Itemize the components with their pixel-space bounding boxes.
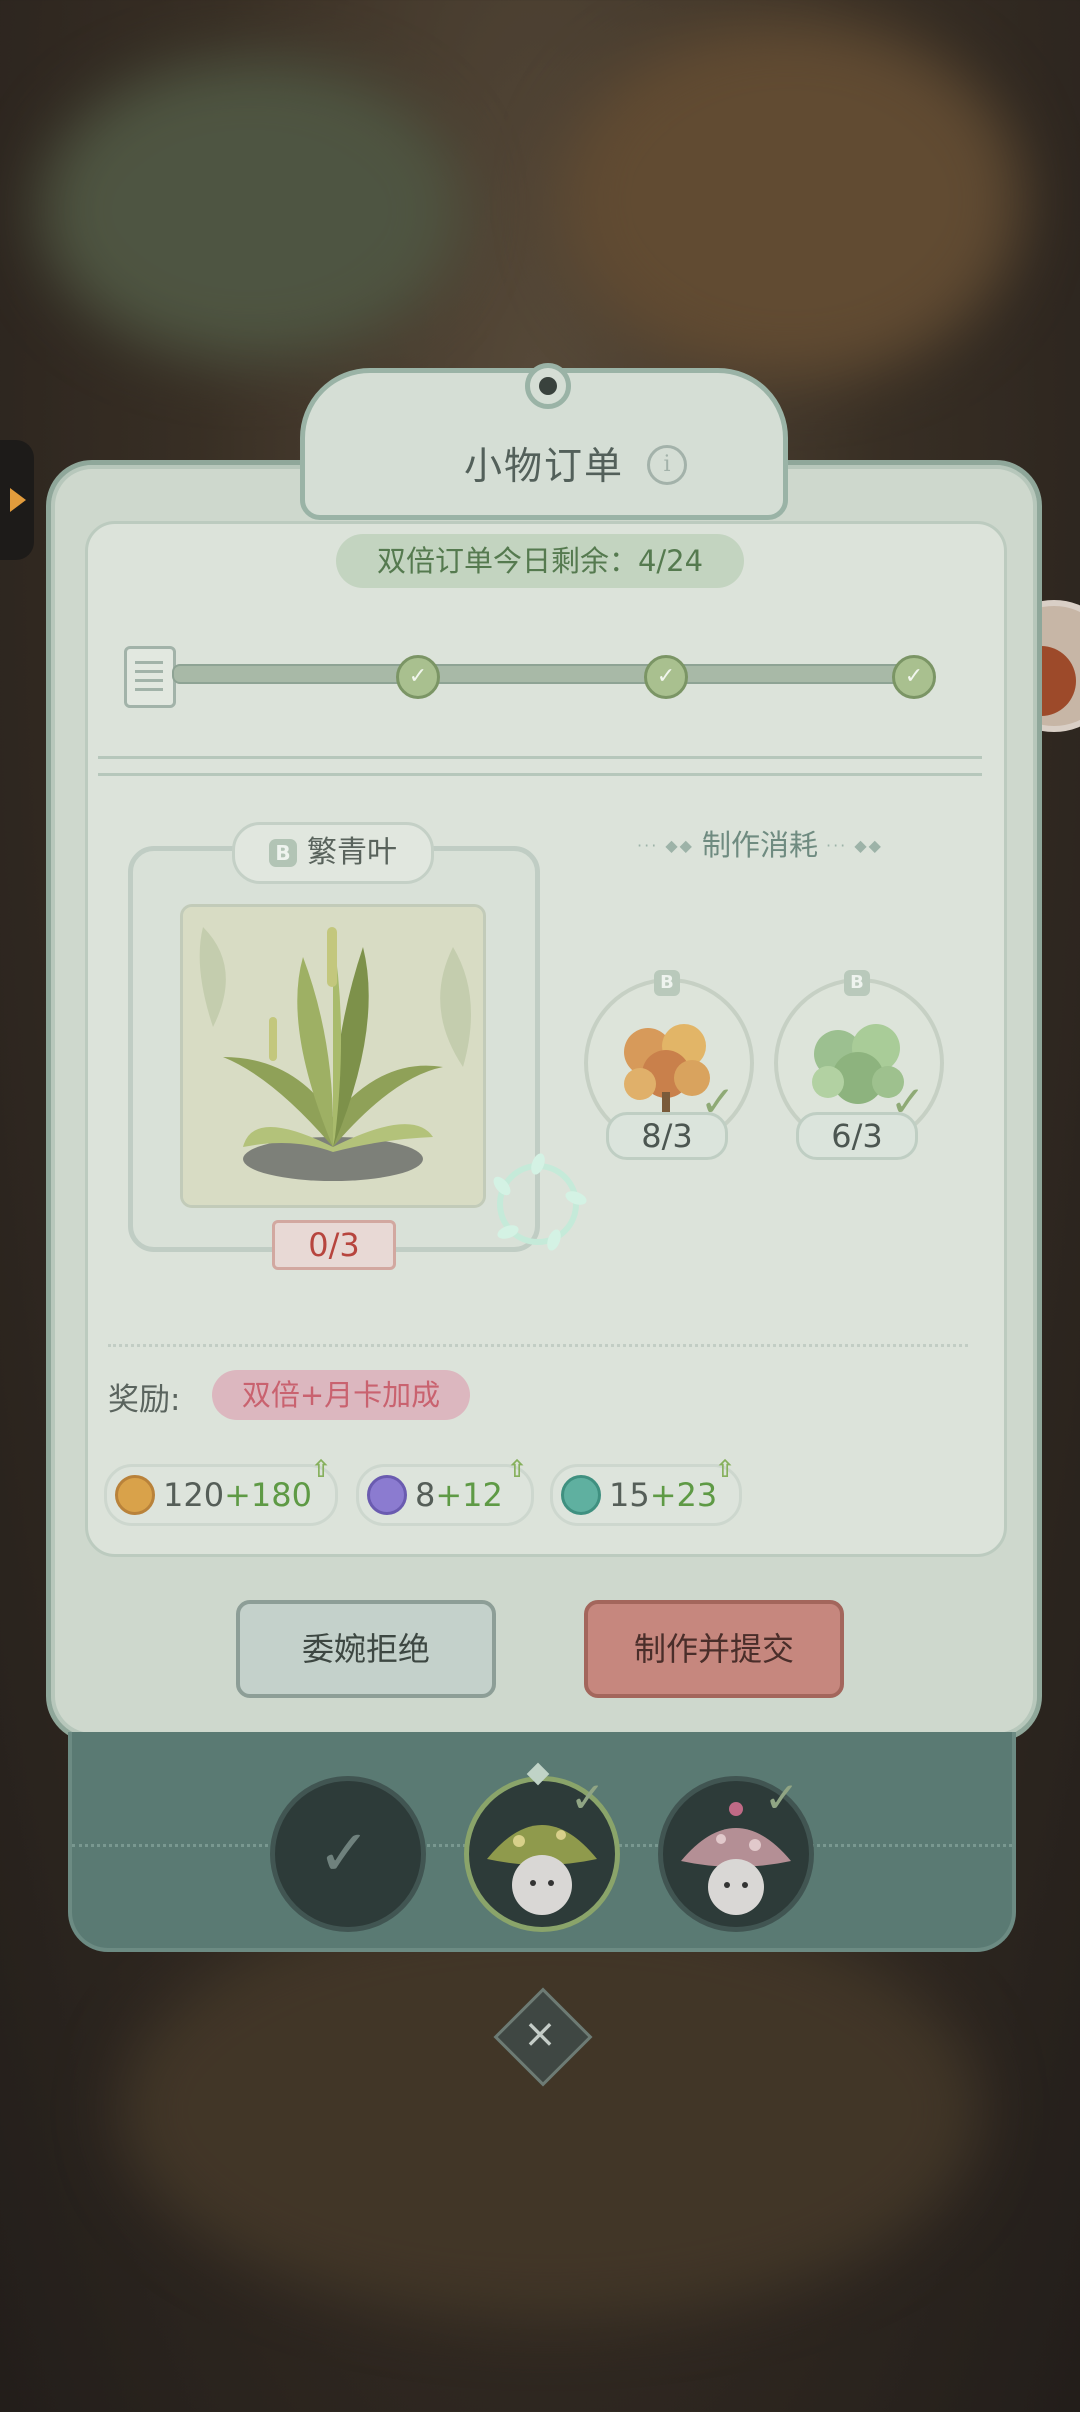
reward-bonus-tag: 双倍+月卡加成 xyxy=(212,1370,470,1420)
reward-gem-amount: 8+12 xyxy=(415,1467,503,1523)
item-name: 繁青叶 xyxy=(307,835,397,870)
check-icon: ✓ xyxy=(890,1077,926,1126)
reward-coin-amount: 120+180 xyxy=(163,1467,312,1523)
checkpoint-check-icon: ✓ xyxy=(644,655,688,699)
reward-base: 120 xyxy=(163,1476,225,1514)
material-grade-badge: B xyxy=(844,970,870,996)
arrow-right-icon xyxy=(10,488,26,512)
close-icon[interactable]: × xyxy=(508,2002,572,2066)
reward-bonus: +23 xyxy=(649,1476,718,1514)
reward-coin: 120+180 ⇧ xyxy=(104,1455,338,1526)
consumption-title-text: 制作消耗 xyxy=(701,828,818,862)
leafy-plant-icon xyxy=(183,907,483,1205)
loading-spinner-icon xyxy=(493,1153,587,1251)
arrow-up-icon: ⇧ xyxy=(507,1455,528,1483)
clipboard-icon xyxy=(124,646,176,708)
reward-base: 15 xyxy=(609,1476,650,1514)
submit-button[interactable]: 制作并提交 xyxy=(584,1600,844,1698)
check-icon: ✓ xyxy=(764,1773,800,1822)
item-image[interactable] xyxy=(180,904,486,1208)
double-order-banner: 双倍订单今日剩余：4/24 xyxy=(336,534,744,588)
title-tab: 小物订单 i xyxy=(300,363,788,520)
arrow-up-icon: ⇧ xyxy=(715,1455,736,1483)
section-divider xyxy=(98,756,982,776)
reject-button[interactable]: 委婉拒绝 xyxy=(236,1600,496,1698)
info-icon[interactable]: i xyxy=(647,445,687,485)
coin-icon xyxy=(115,1475,155,1515)
material-grade-badge: B xyxy=(654,970,680,996)
checkpoint-check-icon: ✓ xyxy=(892,655,936,699)
reward-bonus: +180 xyxy=(224,1476,312,1514)
consumption-title: 制作消耗 xyxy=(620,822,900,864)
order-progress-track xyxy=(172,664,920,684)
item-count: 0/3 xyxy=(272,1220,396,1270)
reward-bonus: +12 xyxy=(435,1476,503,1514)
check-icon: ✓ xyxy=(317,1817,371,1891)
hanging-ring-icon xyxy=(525,363,571,409)
grade-badge: B xyxy=(269,839,297,867)
reward-exp: 15+23 ⇧ xyxy=(550,1455,742,1526)
gem-icon xyxy=(367,1475,407,1515)
item-name-badge: B 繁青叶 xyxy=(232,822,434,884)
panel-title: 小物订单 xyxy=(463,444,624,488)
checkpoint-check-icon: ✓ xyxy=(396,655,440,699)
check-icon: ✓ xyxy=(700,1077,736,1126)
reward-base: 8 xyxy=(415,1476,436,1514)
check-icon: ✓ xyxy=(570,1773,606,1822)
exp-icon xyxy=(561,1475,601,1515)
dotted-divider xyxy=(108,1344,968,1347)
reward-gem: 8+12 ⇧ xyxy=(356,1455,534,1526)
arrow-up-icon: ⇧ xyxy=(311,1455,332,1483)
side-expand-tab[interactable] xyxy=(0,440,34,560)
reward-exp-amount: 15+23 xyxy=(609,1467,717,1523)
reward-label: 奖励: xyxy=(108,1382,181,1418)
